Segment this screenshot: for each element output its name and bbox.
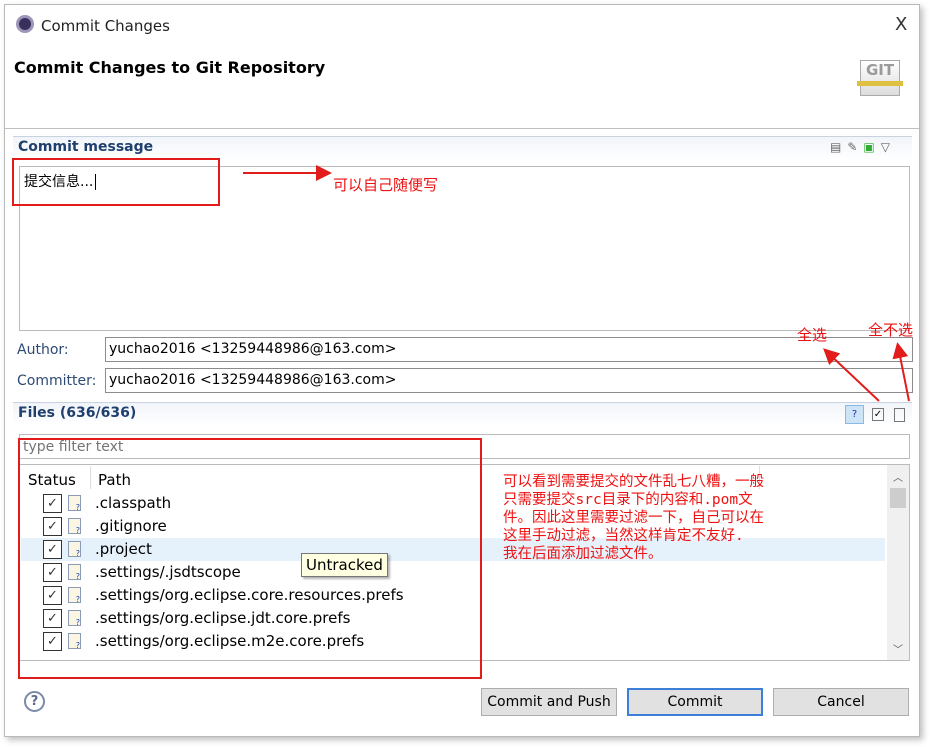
annotation-arrows — [243, 165, 910, 402]
arrow-select-all — [823, 348, 880, 402]
arrow-deselect-all — [892, 342, 910, 402]
